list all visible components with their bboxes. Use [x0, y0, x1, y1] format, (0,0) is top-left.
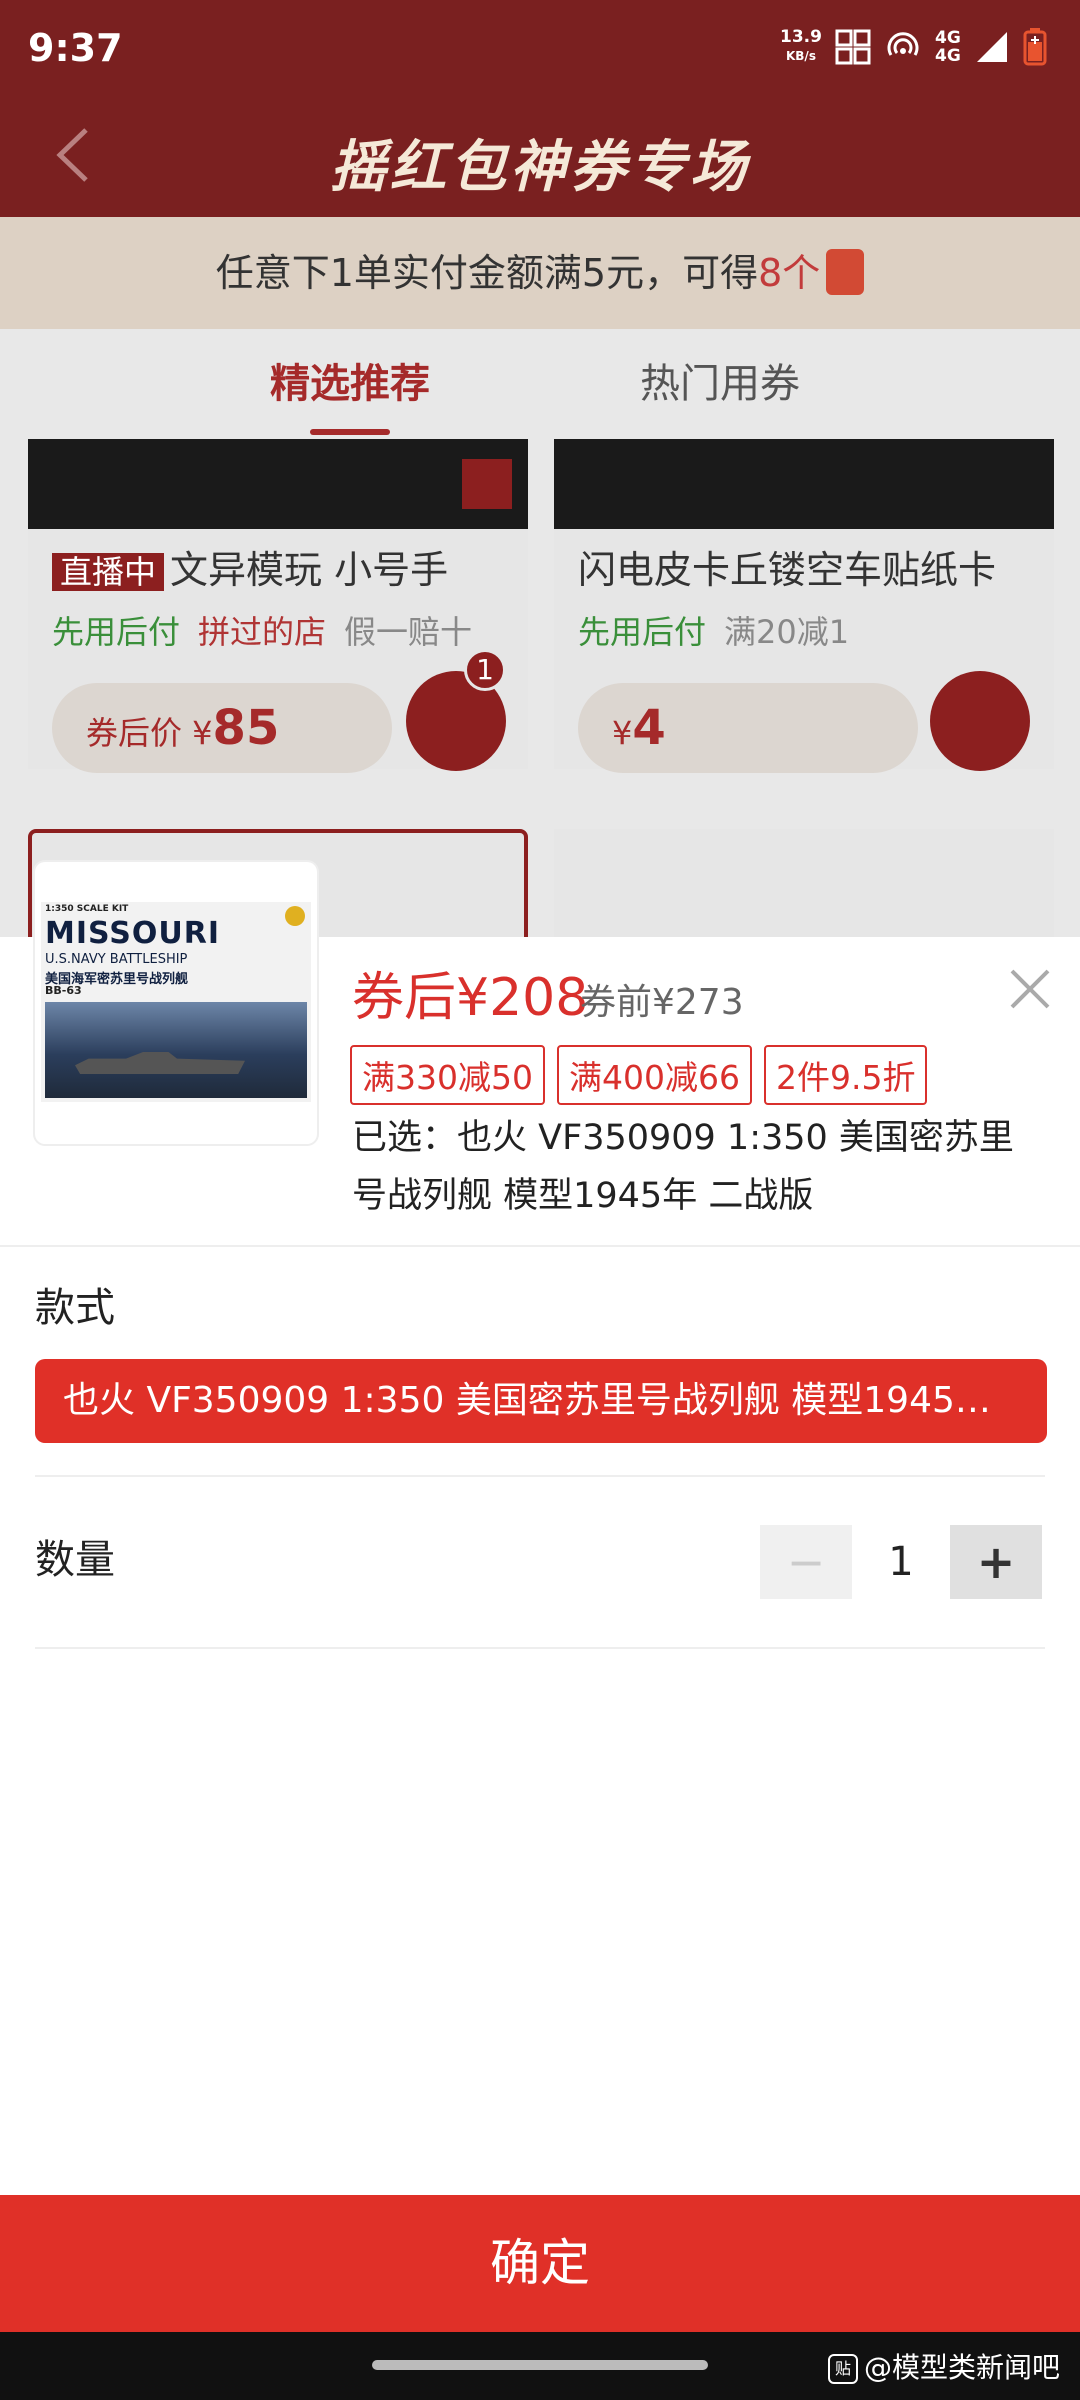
- quantity-stepper: − 1 +: [760, 1525, 1042, 1599]
- coupon-tag: 2件9.5折: [763, 1045, 928, 1105]
- cart-button[interactable]: [930, 671, 1030, 771]
- quantity-label: 数量: [35, 1537, 115, 1583]
- system-nav-bar: 贴 @模型类新闻吧: [0, 2332, 1080, 2400]
- tieba-icon: 贴: [827, 2354, 858, 2384]
- hotspot-icon: [887, 32, 919, 56]
- home-gesture-bar[interactable]: [372, 2360, 708, 2370]
- cart-badge: 1: [464, 649, 506, 691]
- product-card[interactable]: 闪电皮卡丘镂空车贴纸卡 先用后付 满20减1 ¥4: [554, 439, 1054, 773]
- tab-hot-coupons[interactable]: 热门用券: [640, 351, 800, 409]
- product-card[interactable]: 直播中 文异模玩 小号手 先用后付 拼过的店 假一赔十 券后价 ¥85 1: [28, 439, 528, 773]
- network-label: 4G 4G: [935, 28, 961, 66]
- style-label: 款式: [35, 1285, 115, 1331]
- reward-banner: 任意下1单实付金额满5元，可得8个: [0, 217, 1080, 329]
- tab-bar: 精选推荐 热门用券: [0, 329, 1080, 439]
- divider: [0, 1245, 1080, 1247]
- clock: 9:37: [28, 26, 123, 70]
- close-icon[interactable]: [1008, 967, 1052, 1011]
- brand-logo-icon: [285, 906, 305, 926]
- confirm-button[interactable]: 确定: [0, 2195, 1080, 2332]
- product-thumbnail: 1:350 SCALE KIT MISSOURI U.S.NAVY BATTLE…: [35, 862, 317, 1144]
- watermark: 贴 @模型类新闻吧: [827, 2346, 1060, 2386]
- background-page: 任意下1单实付金额满5元，可得8个 精选推荐 热门用券 直播中 文异模玩 小号手 …: [0, 217, 1080, 949]
- increase-button[interactable]: +: [950, 1525, 1042, 1599]
- product-image: [554, 439, 1054, 529]
- price-pill: ¥4: [578, 683, 918, 773]
- box-art: 1:350 SCALE KIT MISSOURI U.S.NAVY BATTLE…: [41, 902, 311, 1102]
- page-header: 摇红包神券专场: [0, 100, 1080, 217]
- price-before-coupon: 券前¥273: [580, 982, 744, 1023]
- live-badge: 直播中: [52, 553, 165, 591]
- product-name: 文异模玩 小号手: [170, 548, 449, 592]
- product-image: [28, 439, 528, 529]
- product-card[interactable]: [554, 829, 1054, 949]
- price-pill: 券后价 ¥85: [52, 683, 392, 773]
- tab-featured[interactable]: 精选推荐: [270, 351, 430, 435]
- red-envelope-icon: [826, 248, 865, 295]
- divider: [35, 1647, 1045, 1649]
- divider: [35, 1475, 1045, 1477]
- coupon-tag: 满400减66: [556, 1045, 752, 1105]
- coupon-tag: 满330减50: [350, 1045, 545, 1105]
- product-tags: 先用后付 拼过的店 假一赔十: [52, 613, 473, 651]
- net-speed: 13.9 KB/s: [780, 27, 822, 64]
- product-name: 闪电皮卡丘镂空车贴纸卡: [578, 548, 997, 592]
- quantity-value[interactable]: 1: [852, 1539, 950, 1585]
- battery-icon: [1023, 28, 1047, 66]
- decrease-button[interactable]: −: [760, 1525, 852, 1599]
- status-bar: 9:37 13.9 KB/s 4G 4G: [0, 0, 1080, 100]
- selected-sku-text: 已选：也火 VF350909 1:350 美国密苏里号战列舰 模型1945年 二…: [352, 1118, 1014, 1216]
- product-tags: 先用后付 满20减1: [578, 613, 850, 651]
- battleship-illustration: [45, 1002, 307, 1098]
- hd-icon: [835, 29, 871, 65]
- style-option-button[interactable]: 也火 VF350909 1:350 美国密苏里号战列舰 模型1945年 二战版: [35, 1359, 1047, 1443]
- signal-icon: [976, 32, 1007, 62]
- price-after-coupon: 券后¥208: [352, 968, 589, 1028]
- page-title: 摇红包神券专场: [330, 135, 750, 200]
- we-logo: [462, 459, 512, 509]
- coupon-list: 满330减50 满400减66 2件9.5折: [350, 1045, 928, 1105]
- sku-bottom-sheet: 1:350 SCALE KIT MISSOURI U.S.NAVY BATTLE…: [0, 862, 1080, 2195]
